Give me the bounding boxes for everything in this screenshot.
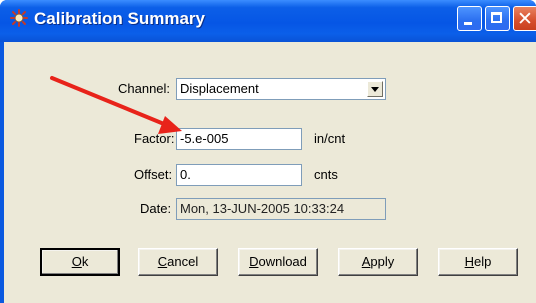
channel-value: Displacement (180, 81, 259, 96)
factor-unit: in/cnt (314, 131, 346, 146)
apply-button[interactable]: Apply (338, 248, 418, 276)
offset-input[interactable]: 0. (176, 164, 302, 186)
dialog-body: Channel: Displacement Factor: -5.e-005 i… (4, 42, 536, 303)
app-icon (10, 9, 28, 27)
channel-label: Channel: (118, 81, 171, 96)
chevron-down-icon[interactable] (367, 81, 383, 97)
offset-value: 0. (180, 167, 191, 182)
offset-unit: cnts (314, 167, 338, 182)
cancel-button[interactable]: Cancel (138, 248, 218, 276)
date-field: Mon, 13-JUN-2005 10:33:24 (176, 198, 386, 220)
factor-label: Factor: (134, 131, 175, 146)
maximize-button[interactable] (485, 6, 510, 31)
close-button[interactable]: ✕ (513, 6, 536, 31)
factor-value: -5.e-005 (180, 131, 229, 146)
window-title: Calibration Summary (34, 9, 205, 28)
date-value: Mon, 13-JUN-2005 10:33:24 (180, 201, 345, 216)
factor-input[interactable]: -5.e-005 (176, 128, 302, 150)
minimize-icon (464, 22, 472, 25)
download-button[interactable]: Download (238, 248, 318, 276)
maximize-icon (491, 12, 502, 23)
minimize-button[interactable] (457, 6, 482, 31)
ok-button[interactable]: Ok (40, 248, 120, 276)
calibration-summary-window: Calibration Summary ✕ Channel: Displacem… (0, 0, 536, 303)
help-button[interactable]: Help (438, 248, 518, 276)
date-label: Date: (140, 201, 172, 216)
offset-label: Offset: (134, 167, 173, 182)
channel-select[interactable]: Displacement (176, 78, 386, 100)
close-icon: ✕ (517, 8, 533, 30)
title-bar[interactable]: Calibration Summary ✕ (0, 0, 536, 42)
